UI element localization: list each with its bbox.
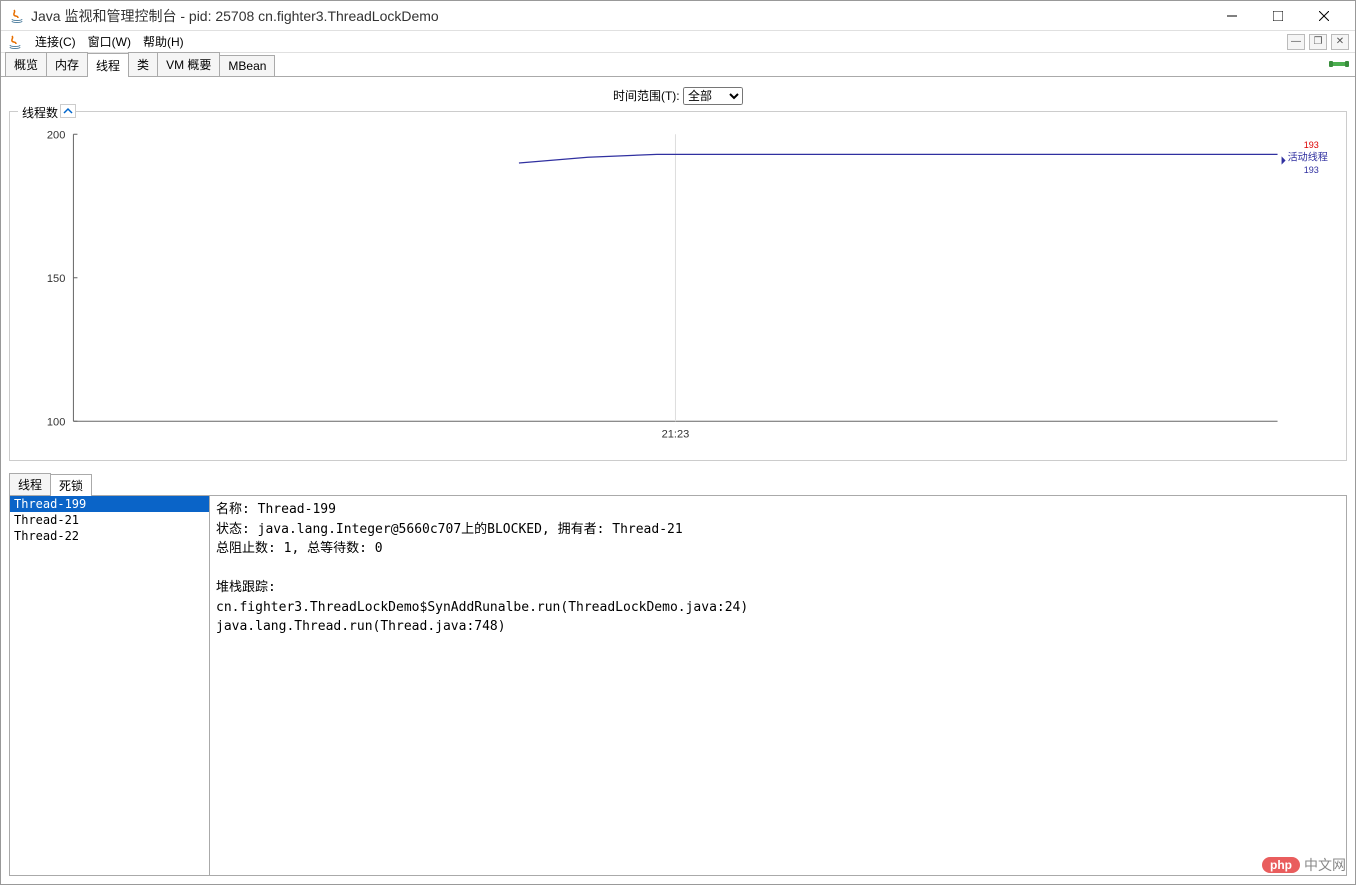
thread-inspector: 线程 死锁 Thread-199 Thread-21 Thread-22 名称:… xyxy=(5,473,1351,880)
thread-subtabs: 线程 死锁 xyxy=(5,473,1351,495)
svg-text:200: 200 xyxy=(47,129,65,141)
close-button[interactable] xyxy=(1301,1,1347,31)
detail-name-row: 名称: Thread-199 xyxy=(216,500,1340,520)
thread-count-chart-group: 线程数 10015020021:23193活动线程193 xyxy=(9,111,1347,461)
svg-text:150: 150 xyxy=(47,273,65,285)
detail-state-row: 状态: java.lang.Integer@5660c707上的BLOCKED,… xyxy=(216,520,1340,540)
connection-status-icon xyxy=(1329,56,1349,72)
sub-minimize-button[interactable]: — xyxy=(1287,34,1305,50)
sub-close-button[interactable]: ✕ xyxy=(1331,34,1349,50)
thread-count-chart[interactable]: 10015020021:23193活动线程193 xyxy=(18,124,1338,452)
svg-text:21:23: 21:23 xyxy=(662,429,690,441)
thread-list-item[interactable]: Thread-21 xyxy=(10,512,209,528)
detail-stack-label: 堆栈跟踪: xyxy=(216,578,1340,598)
tab-classes[interactable]: 类 xyxy=(128,52,158,76)
menu-help[interactable]: 帮助(H) xyxy=(137,33,190,50)
svg-text:193: 193 xyxy=(1304,140,1319,150)
subtab-deadlock[interactable]: 死锁 xyxy=(50,474,92,496)
splitter-handle[interactable] xyxy=(210,496,212,516)
subtab-threads[interactable]: 线程 xyxy=(9,473,51,495)
thread-list-item[interactable]: Thread-199 xyxy=(10,496,209,512)
tab-memory[interactable]: 内存 xyxy=(46,52,88,76)
menu-connect[interactable]: 连接(C) xyxy=(29,33,82,50)
time-range-row: 时间范围(T): 全部 xyxy=(5,81,1351,111)
maximize-button[interactable] xyxy=(1255,1,1301,31)
svg-text:193: 193 xyxy=(1304,165,1319,175)
svg-text:活动线程: 活动线程 xyxy=(1288,150,1328,163)
time-range-select[interactable]: 全部 xyxy=(683,87,743,105)
chevron-up-icon xyxy=(63,107,73,115)
thread-panel: Thread-199 Thread-21 Thread-22 名称: Threa… xyxy=(9,495,1347,876)
thread-list[interactable]: Thread-199 Thread-21 Thread-22 xyxy=(10,496,210,875)
tab-vm-summary[interactable]: VM 概要 xyxy=(157,52,220,76)
sub-window-controls: — ❐ ✕ xyxy=(1287,34,1349,50)
tab-mbean[interactable]: MBean xyxy=(219,55,275,76)
menu-window[interactable]: 窗口(W) xyxy=(82,33,137,50)
tab-threads[interactable]: 线程 xyxy=(87,53,129,77)
sub-restore-button[interactable]: ❐ xyxy=(1309,34,1327,50)
menubar: 连接(C) 窗口(W) 帮助(H) — ❐ ✕ xyxy=(1,31,1355,53)
thread-detail: 名称: Thread-199 状态: java.lang.Integer@566… xyxy=(210,496,1346,875)
content-area: 时间范围(T): 全部 线程数 10015020021:23193活动线程193… xyxy=(1,77,1355,884)
java-icon xyxy=(9,8,25,24)
chart-collapse-button[interactable] xyxy=(60,104,76,118)
detail-stack-line: cn.fighter3.ThreadLockDemo$SynAddRunalbe… xyxy=(216,598,1340,618)
detail-counts-row: 总阻止数: 1, 总等待数: 0 xyxy=(216,539,1340,559)
window-controls xyxy=(1209,1,1347,31)
thread-list-item[interactable]: Thread-22 xyxy=(10,528,209,544)
chart-legend-label: 线程数 xyxy=(18,104,62,121)
svg-text:100: 100 xyxy=(47,416,65,428)
java-icon xyxy=(7,34,23,50)
detail-stack-line: java.lang.Thread.run(Thread.java:748) xyxy=(216,617,1340,637)
time-range-label: 时间范围(T): xyxy=(613,89,680,103)
minimize-button[interactable] xyxy=(1209,1,1255,31)
tab-overview[interactable]: 概览 xyxy=(5,52,47,76)
main-tabs: 概览 内存 线程 类 VM 概要 MBean xyxy=(1,53,1355,77)
window-title: Java 监视和管理控制台 - pid: 25708 cn.fighter3.T… xyxy=(31,6,1209,26)
window-titlebar: Java 监视和管理控制台 - pid: 25708 cn.fighter3.T… xyxy=(1,1,1355,31)
